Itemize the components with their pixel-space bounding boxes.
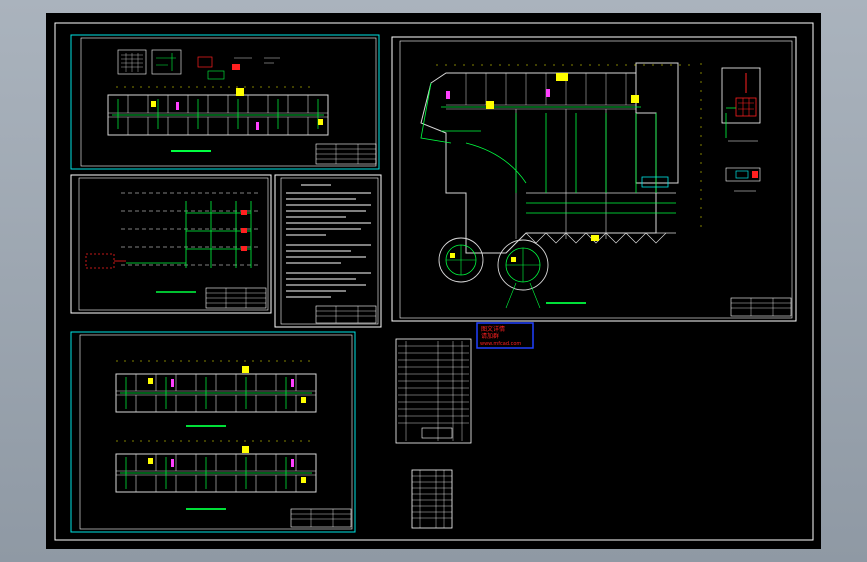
stamp-line-3: www.mfcad.com — [480, 341, 521, 347]
stamp-line-1: 图文详情 — [481, 325, 505, 333]
drawing-frame — [54, 22, 814, 541]
building-plan — [420, 62, 702, 254]
sheet-system-diagram[interactable] — [70, 174, 272, 314]
sheet-inner-border — [79, 334, 353, 530]
detail-icon — [197, 56, 213, 68]
sheet-border — [70, 331, 356, 533]
sheet-inner-border — [399, 40, 793, 319]
sheet-inner-border — [78, 177, 269, 311]
detail-lines — [234, 57, 280, 64]
sheet-main-plan[interactable] — [391, 36, 797, 322]
title-block — [290, 508, 352, 528]
notes-text-lines — [286, 184, 371, 298]
detail-icon — [232, 64, 240, 70]
round-tower-left — [438, 237, 484, 283]
title-block — [315, 143, 377, 165]
floor-plan-2 — [115, 360, 317, 413]
detail-lines — [156, 53, 176, 71]
drawing-viewport[interactable]: 图文详情 请加群 www.mfcad.com — [46, 13, 821, 549]
table-title-block — [421, 427, 453, 439]
title-block — [730, 297, 792, 317]
sheet-small-table[interactable] — [411, 469, 453, 529]
sheet-border — [395, 338, 472, 444]
detail-icon — [207, 70, 225, 80]
detail-hatch — [121, 53, 143, 72]
sheet-inner-border — [80, 37, 377, 167]
detail-box — [151, 49, 182, 75]
round-tower-right — [497, 239, 549, 309]
table-grid — [412, 470, 452, 528]
floor-plan-3 — [115, 440, 317, 493]
cad-canvas[interactable]: 图文详情 请加群 www.mfcad.com — [46, 13, 821, 549]
sheet-border — [411, 469, 453, 529]
watermark-stamp: 图文详情 请加群 www.mfcad.com — [476, 322, 534, 349]
riser-diagram — [85, 192, 261, 269]
sheet-top-left[interactable] — [70, 34, 380, 170]
title-block — [205, 287, 267, 309]
stamp-line-2: 请加群 — [481, 332, 499, 340]
floor-plan-1 — [107, 86, 329, 136]
title-block — [315, 305, 377, 324]
sheet-bottom-left[interactable] — [70, 331, 356, 533]
sheet-legend-table[interactable] — [395, 338, 472, 444]
sheet-border — [391, 36, 797, 322]
sheet-design-notes[interactable] — [274, 174, 382, 328]
equipment-detail — [721, 67, 761, 192]
table-grid — [398, 341, 469, 441]
